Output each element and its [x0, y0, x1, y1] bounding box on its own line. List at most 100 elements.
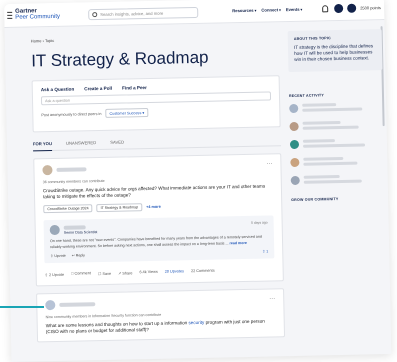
activity-item[interactable]	[289, 138, 384, 150]
reply-upvote-count: ⇧ 1	[262, 249, 269, 254]
activity-text-blurred	[302, 120, 359, 131]
ask-tabs: Ask a Question Create a Poll Find a Peer	[41, 82, 271, 92]
post-meta: Nine community members in Information Se…	[45, 312, 162, 320]
activity-item[interactable]	[289, 102, 383, 114]
nav-connect[interactable]: Connect	[261, 7, 281, 12]
feed-post: ⋯ 36 community members can contribute Cr…	[33, 153, 284, 287]
tag-chip[interactable]: IT Strategy & Roadmap	[96, 203, 143, 213]
about-topic-card: ABOUT THIS TOPIC IT strategy is the disc…	[287, 29, 383, 72]
search-placeholder: Search insights, advice, and more	[100, 10, 164, 17]
page-title: IT Strategy & Roadmap	[30, 47, 209, 71]
tab-find-peer[interactable]: Find a Peer	[122, 85, 147, 91]
search-icon	[92, 12, 98, 18]
activity-item[interactable]	[289, 120, 384, 132]
security-link[interactable]: security	[188, 320, 204, 325]
recent-activity-list	[289, 102, 385, 186]
author-name-blurred	[56, 167, 87, 172]
reply-upvote-button[interactable]: ⇧ Upvote	[50, 254, 65, 258]
author-avatar	[42, 165, 53, 176]
post-tags: CrowdStrike Outage 2024 IT Strategy & Ro…	[43, 201, 273, 214]
save-label: Save	[102, 271, 112, 276]
recent-activity-title: RECENT ACTIVITY	[288, 92, 325, 98]
feed-post: ⋯ Nine community members in Information …	[36, 288, 286, 343]
more-options-icon[interactable]: ⋯	[266, 160, 272, 167]
tab-unanswered[interactable]: UNANSWERED	[66, 140, 96, 146]
activity-avatar	[290, 175, 300, 185]
breadcrumb[interactable]: Home › Topic	[31, 33, 279, 43]
reply-name-blurred	[63, 225, 86, 230]
post-anonymously-label: Post anonymously to direct peers in	[41, 111, 102, 117]
tags-more-link[interactable]: +4 more	[146, 205, 161, 209]
share-label: Share	[122, 271, 133, 276]
ask-question-input[interactable]: Ask a question	[40, 91, 272, 106]
points-badge[interactable]: 2500 points	[360, 5, 381, 10]
main-column: Home › Topic IT Strategy & Roadmap Ask a…	[30, 24, 286, 343]
author-avatar	[45, 299, 56, 311]
activity-text-blurred	[302, 102, 363, 113]
reply-role: Senior Data Scientist	[63, 230, 98, 235]
activity-text-blurred	[303, 174, 362, 185]
messages-icon[interactable]	[334, 3, 344, 14]
reply-actions: ⇧ Upvote ↩ Reply	[50, 249, 268, 258]
upvote-button[interactable]: ⇧ 2 Upvote	[45, 272, 65, 277]
author-name-blurred	[59, 301, 96, 307]
reply-author[interactable]: Senior Data Scientist	[49, 221, 268, 236]
reply-text: On one hand, these are not "new events".…	[50, 235, 268, 250]
avatar[interactable]	[347, 3, 357, 13]
share-button[interactable]: ↗ Share	[118, 270, 132, 275]
logo-line2: Peer Community	[15, 13, 61, 21]
logo[interactable]: Gartner Peer Community	[15, 8, 60, 21]
app-window: Gartner Peer Community Search insights, …	[4, 0, 392, 362]
bell-icon[interactable]	[322, 5, 329, 13]
audience-select[interactable]: Customer Success ▾	[105, 108, 149, 118]
reply-timestamp: 5 days ago	[251, 220, 268, 226]
activity-item[interactable]	[290, 156, 384, 168]
comment-label: Comment	[74, 271, 91, 276]
search-input[interactable]: Search insights, advice, and more	[88, 6, 199, 21]
nav-resources[interactable]: Resources	[232, 8, 256, 13]
reply-upvote-count-value: 1	[266, 249, 269, 254]
activity-text-blurred	[303, 156, 358, 167]
accent-line	[0, 306, 44, 308]
upvote-label: 2 Upvote	[48, 272, 65, 277]
about-text: IT strategy is the discipline that defin…	[293, 43, 374, 63]
more-options-icon[interactable]: ⋯	[269, 295, 275, 302]
activity-item[interactable]	[290, 174, 385, 186]
reply-avatar	[49, 225, 60, 236]
tab-saved[interactable]: SAVED	[110, 140, 124, 145]
tab-ask-question[interactable]: Ask a Question	[41, 87, 75, 93]
tab-for-you[interactable]: FOR YOU	[32, 141, 53, 151]
nav-events[interactable]: Events	[286, 7, 303, 12]
post-author[interactable]	[42, 160, 272, 176]
activity-avatar	[290, 157, 300, 167]
comments-count[interactable]: 22 Comments	[191, 268, 215, 273]
ask-card: Ask a Question Create a Poll Find a Peer…	[31, 75, 281, 133]
comment-button[interactable]: □ Comment	[71, 271, 91, 276]
post-meta: 36 community members can contribute	[42, 178, 105, 185]
reply-upvote-label: Upvote	[54, 253, 66, 258]
activity-text-blurred	[302, 138, 366, 149]
post-actions: ⇧ 2 Upvote □ Comment ☐ Save ↗ Share 6.4k…	[45, 267, 275, 279]
audience-select-value: Customer Success	[109, 111, 142, 116]
activity-avatar	[289, 139, 300, 149]
read-more-link[interactable]: read more	[229, 241, 246, 245]
grow-community-title: GROW OUR COMMUNITY	[291, 196, 339, 202]
menu-icon[interactable]	[7, 11, 13, 19]
about-title: ABOUT THIS TOPIC	[293, 36, 331, 41]
views-count: 6.4k Views	[139, 269, 158, 275]
activity-avatar	[289, 121, 299, 131]
activity-avatar	[289, 103, 299, 113]
post-author[interactable]	[45, 295, 275, 311]
top-reply: Senior Data Scientist 5 days ago On one …	[43, 215, 275, 264]
tab-create-poll[interactable]: Create a Poll	[84, 86, 112, 92]
post-question[interactable]: CrowdStrike outage. Any quick advice for…	[43, 183, 273, 200]
reply-reply-button[interactable]: ↩ Reply	[72, 253, 85, 257]
top-header: Gartner Peer Community Search insights, …	[4, 0, 385, 28]
feed-tabs: FOR YOU UNANSWERED SAVED	[32, 136, 282, 152]
reply-reply-label: Reply	[75, 253, 85, 258]
upvotes-count[interactable]: 20 Upvotes	[165, 269, 184, 274]
header-nav: Resources Connect Events	[232, 7, 302, 13]
tag-chip[interactable]: CrowdStrike Outage 2024	[43, 204, 93, 214]
save-button[interactable]: ☐ Save	[98, 271, 111, 276]
post-question[interactable]: What are some lessons and thoughts on ho…	[46, 318, 276, 335]
